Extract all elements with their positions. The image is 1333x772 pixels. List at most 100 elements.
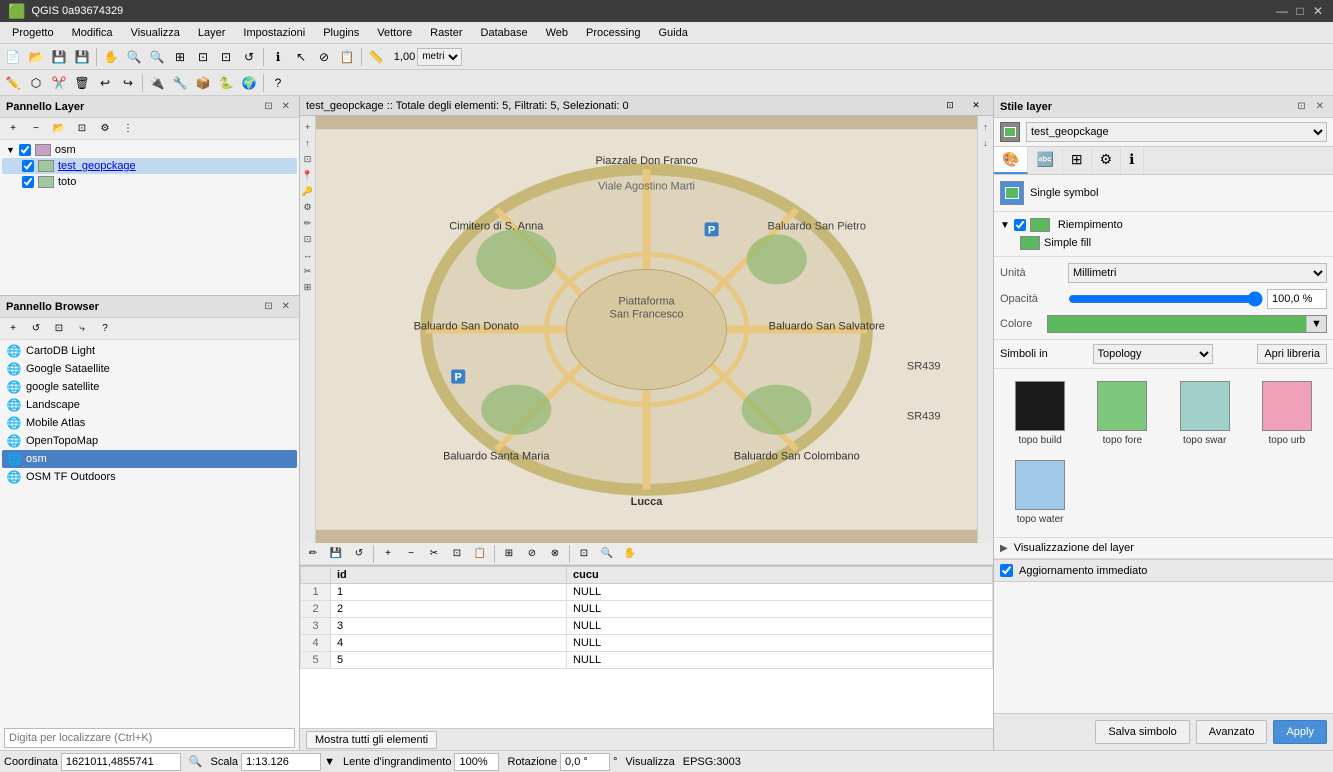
browser-item-osmtf[interactable]: 🌐 OSM TF Outdoors [2,468,297,486]
map-ctrl-1[interactable]: ⊡ [939,95,961,117]
identify-btn[interactable]: ℹ [267,46,289,68]
node-btn[interactable]: ⬡ [25,72,47,94]
map-ctrl-2[interactable]: ✕ [965,95,987,117]
layer-item-toto[interactable]: toto [2,174,297,190]
filter-btn[interactable]: ⊡ [573,543,595,565]
redo-btn[interactable]: ↪ [117,72,139,94]
zoom-layer-btn[interactable]: ⊡ [192,46,214,68]
layer-visible-test-geopckage[interactable] [22,160,34,172]
add-layer-btn[interactable]: + [2,118,24,140]
help-btn[interactable]: ? [267,72,289,94]
menu-processing[interactable]: Processing [578,25,648,41]
symbols-in-select[interactable]: Topology [1093,344,1213,364]
avanzato-btn[interactable]: Avanzato [1196,720,1268,744]
plugin-btn-3[interactable]: 📦 [192,72,214,94]
tree-expand-icon[interactable]: ▼ [1000,220,1010,231]
pan-btn[interactable]: ✋ [100,46,122,68]
style-tab-rendering[interactable]: ⚙ [1092,147,1122,174]
open-library-btn[interactable]: Apri libreria [1257,344,1327,364]
attr-table-btn[interactable]: 📋 [336,46,358,68]
unit-select[interactable]: Millimetri [1068,263,1327,283]
browser-item-landscape[interactable]: 🌐 Landscape [2,396,297,414]
color-dropdown-btn[interactable]: ▼ [1306,316,1326,332]
plugin-btn-5[interactable]: 🌍 [238,72,260,94]
browser-item-cartodb[interactable]: 🌐 CartoDB Light [2,342,297,360]
browser-item-google-sat2[interactable]: 🌐 google satellite [2,378,297,396]
layer-visible-toto[interactable] [22,176,34,188]
plugin-btn-2[interactable]: 🔧 [169,72,191,94]
opacity-slider[interactable] [1068,291,1263,307]
menu-progetto[interactable]: Progetto [4,25,62,41]
layer-visible-osm[interactable] [19,144,31,156]
scale-input-area[interactable]: 1,00 metri [388,46,468,68]
zoom-in-btn[interactable]: 🔍 [123,46,145,68]
zoom-full-btn[interactable]: ⊞ [169,46,191,68]
menu-plugins[interactable]: Plugins [315,25,367,41]
cut-feature-btn[interactable]: ✂ [423,543,445,565]
symbol-item-topo-fore[interactable]: topo fore [1084,377,1160,450]
side-btn-10[interactable]: ✂ [301,264,315,278]
save-as-btn[interactable]: 💾 [71,46,93,68]
browser-panel-float[interactable]: ⊡ [261,300,275,313]
open-project-btn[interactable]: 📂 [25,46,47,68]
refresh-btn[interactable]: ↺ [238,46,260,68]
browser-item-osm[interactable]: 🌐 osm [2,450,297,468]
plugin-btn-1[interactable]: 🔌 [146,72,168,94]
lente-input[interactable] [454,753,499,771]
measure-btn[interactable]: 📏 [365,46,387,68]
menu-web[interactable]: Web [538,25,576,41]
opacity-value-input[interactable] [1267,289,1327,309]
style-tab-labels[interactable]: 🔤 [1028,147,1062,174]
menu-guida[interactable]: Guida [650,25,695,41]
browser-item-google-sat[interactable]: 🌐 Google Sataellite [2,360,297,378]
add-feature-btn[interactable]: + [377,543,399,565]
menu-modifica[interactable]: Modifica [64,25,121,41]
browser-collapse-btn[interactable]: ⤷ [71,318,93,340]
auto-update-checkbox[interactable] [1000,564,1013,577]
digitize-btn[interactable]: ✏️ [2,72,24,94]
browser-refresh-btn[interactable]: ↺ [25,318,47,340]
plugin-btn-4[interactable]: 🐍 [215,72,237,94]
zoom-selected-btn[interactable]: 🔍 [596,543,618,565]
zoom-out-btn[interactable]: 🔍 [146,46,168,68]
edit-btn[interactable]: ✂️ [48,72,70,94]
delete-btn[interactable]: 🗑 [71,72,93,94]
browser-search-input[interactable] [4,728,295,748]
epsg-value[interactable]: EPSG:3003 [683,756,741,768]
right-side-btn-2[interactable]: ↓ [979,136,993,150]
side-btn-4[interactable]: 📍 [301,168,315,182]
layer-item-test-geopckage[interactable]: test_geopckage [2,158,297,174]
style-layer-select[interactable]: test_geopckage [1026,122,1327,142]
epsg-field[interactable]: EPSG:3003 [683,756,741,768]
tree-root-row[interactable]: ▼ Riempimento [1000,216,1327,234]
browser-filter-btn[interactable]: ⊡ [48,318,70,340]
right-side-btn-1[interactable]: ↑ [979,120,993,134]
save-btn[interactable]: 💾 [48,46,70,68]
side-btn-8[interactable]: ⊡ [301,232,315,246]
style-tab-fields[interactable]: ⊞ [1063,147,1092,174]
window-controls[interactable]: — □ ✕ [1275,4,1325,18]
color-swatch[interactable]: ▼ [1047,315,1327,333]
rotation-input[interactable] [560,753,610,771]
browser-item-mobile[interactable]: 🌐 Mobile Atlas [2,414,297,432]
layer-more-btn[interactable]: ⋮ [117,118,139,140]
show-all-elements-btn[interactable]: Mostra tutti gli elementi [306,731,437,749]
pan-selected-btn[interactable]: ✋ [619,543,641,565]
open-layer-btn[interactable]: 📂 [48,118,70,140]
paste-feature-btn[interactable]: 📋 [469,543,491,565]
coordinate-input[interactable] [61,753,181,771]
browser-add-btn[interactable]: + [2,318,24,340]
copy-feature-btn[interactable]: ⊡ [446,543,468,565]
scale-arrow-btn[interactable]: ▼ [324,756,335,768]
browser-settings-btn[interactable]: ? [94,318,116,340]
symbol-item-topo-water[interactable]: topo water [1002,456,1078,529]
menu-vettore[interactable]: Vettore [369,25,420,41]
style-panel-close[interactable]: ✕ [1313,100,1327,113]
map-area[interactable]: + ↑ ⊡ 📍 🔑 ⚙ ✏ ⊡ ↔ ✂ ⊞ [300,116,993,543]
style-tab-metadata[interactable]: ℹ [1121,147,1143,174]
layer-settings-btn[interactable]: ⚙ [94,118,116,140]
delete-feature-btn[interactable]: − [400,543,422,565]
close-btn[interactable]: ✕ [1311,4,1325,18]
select-all-btn[interactable]: ⊞ [498,543,520,565]
browser-panel-close[interactable]: ✕ [279,300,293,313]
